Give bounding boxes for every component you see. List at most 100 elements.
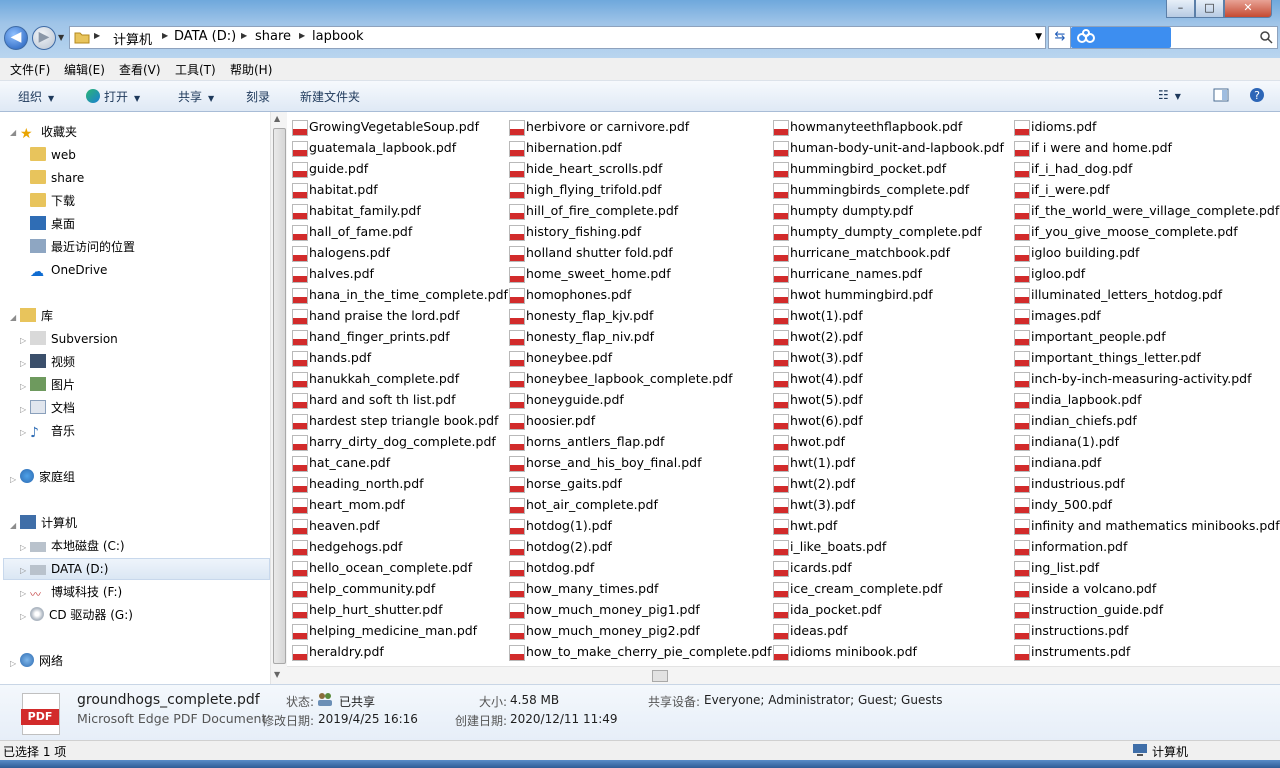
nav-homegroup[interactable]: 家庭组 (20, 468, 75, 486)
search-icon[interactable] (1259, 30, 1273, 47)
nav-scroll-thumb[interactable] (273, 128, 286, 664)
help-icon[interactable]: ? (1249, 87, 1265, 106)
share-button[interactable]: 共享 ▼ (178, 88, 214, 105)
menu-help[interactable]: 帮助(H) (230, 61, 272, 78)
nav-lib-documents[interactable]: 文档 (30, 399, 75, 417)
star-icon: ★ (20, 126, 33, 142)
nav-fav-web[interactable]: web (30, 146, 76, 164)
file-name: honesty_flap_niv.pdf (526, 329, 655, 344)
scroll-down-icon[interactable]: ▼ (274, 670, 280, 679)
pdf-icon (509, 309, 525, 325)
nav-fav-recent[interactable]: 最近访问的位置 (30, 238, 135, 256)
close-button[interactable]: ✕ (1224, 0, 1272, 18)
expand-icon[interactable]: ▷ (10, 475, 16, 484)
expand-icon[interactable]: ▷ (20, 566, 26, 575)
recent-pages-dropdown[interactable]: ▼ (58, 33, 64, 42)
expand-icon[interactable]: ▷ (10, 659, 16, 668)
open-button[interactable]: 打开 ▼ (86, 88, 140, 105)
file-name: honeybee_lapbook_complete.pdf (526, 371, 733, 386)
pdf-icon (1014, 477, 1030, 493)
back-button[interactable]: ◀ (4, 26, 28, 50)
breadcrumb-data-drive[interactable]: DATA (D:) (174, 29, 236, 44)
pdf-icon (292, 309, 308, 325)
file-name: hat_cane.pdf (309, 455, 391, 470)
expand-icon[interactable]: ▷ (20, 336, 26, 345)
pdf-icon (292, 393, 308, 409)
breadcrumb-separator[interactable]: ▶ (241, 31, 247, 40)
new-folder-button[interactable]: 新建文件夹 (300, 88, 360, 105)
file-name: humpty dumpty.pdf (790, 203, 913, 218)
breadcrumb-separator[interactable]: ▶ (299, 31, 305, 40)
nav-drive-g[interactable]: CD 驱动器 (G:) (30, 606, 133, 624)
file-name: hwot hummingbird.pdf (790, 287, 933, 302)
breadcrumb-separator[interactable]: ▶ (162, 31, 168, 40)
menu-view[interactable]: 查看(V) (119, 61, 161, 78)
address-dropdown-icon[interactable]: ▼ (1035, 32, 1042, 42)
nav-lib-pictures[interactable]: 图片 (30, 376, 75, 394)
nav-libraries[interactable]: 库 (20, 307, 53, 325)
expand-icon[interactable]: ▷ (20, 382, 26, 391)
expand-icon[interactable]: ▷ (20, 359, 26, 368)
expand-icon[interactable]: ▷ (20, 543, 26, 552)
file-name: hwot(1).pdf (790, 308, 863, 323)
forward-button[interactable]: ▶ (32, 26, 56, 50)
expand-icon[interactable]: ▷ (20, 589, 26, 598)
share-label: 共享 (178, 90, 203, 104)
file-name: hwt.pdf (790, 518, 838, 533)
breadcrumb-lapbook[interactable]: lapbook (312, 29, 364, 44)
nav-drive-d[interactable]: DATA (D:) (30, 560, 108, 578)
nav-drive-c[interactable]: 本地磁盘 (C:) (30, 537, 125, 555)
breadcrumb-share[interactable]: share (255, 29, 291, 44)
nav-onedrive[interactable]: ☁ OneDrive (30, 261, 107, 280)
maximize-button[interactable]: □ (1195, 0, 1224, 18)
scroll-up-icon[interactable]: ▲ (274, 114, 280, 123)
nav-fav-share[interactable]: share (30, 169, 84, 187)
horizontal-scroll-thumb[interactable] (652, 670, 668, 682)
nav-drive-f[interactable]: 〰博域科技 (F:) (30, 583, 122, 601)
pdf-icon (773, 540, 789, 556)
menu-file[interactable]: 文件(F) (10, 61, 50, 78)
nav-fav-downloads[interactable]: 下载 (30, 192, 75, 210)
collapse-icon[interactable]: ◢ (10, 521, 16, 530)
nav-lib-videos[interactable]: 视频 (30, 353, 75, 371)
collapse-icon[interactable]: ◢ (10, 313, 16, 322)
organize-button[interactable]: 组织 ▼ (18, 88, 54, 105)
nav-scrollbar[interactable]: ▲ ▼ (270, 112, 287, 684)
address-bar[interactable]: ▶ 计算机 ▶ DATA (D:) ▶ share ▶ lapbook ▼ (69, 26, 1046, 49)
burn-button[interactable]: 刻录 (246, 88, 270, 105)
file-name: hanukkah_complete.pdf (309, 371, 460, 386)
breadcrumb-computer[interactable]: 计算机 (113, 29, 152, 48)
expand-icon[interactable]: ▷ (20, 405, 26, 414)
collapse-icon[interactable]: ◢ (10, 128, 16, 137)
horizontal-scrollbar[interactable] (287, 666, 1280, 684)
pdf-icon (1014, 414, 1030, 430)
menu-edit[interactable]: 编辑(E) (64, 61, 105, 78)
expand-icon[interactable]: ▷ (20, 612, 26, 621)
nav-lib-music[interactable]: ♪ 音乐 (30, 422, 75, 441)
pdf-file-icon: PDF (21, 693, 60, 735)
nav-network[interactable]: 网络 (20, 652, 63, 670)
minimize-button[interactable]: – (1166, 0, 1195, 18)
nav-computer[interactable]: 计算机 (20, 514, 77, 532)
file-name: inch-by-inch-measuring-activity.pdf (1031, 371, 1252, 386)
expand-icon[interactable]: ▷ (20, 428, 26, 437)
nav-fav-desktop[interactable]: 桌面 (30, 215, 75, 233)
file-name: information.pdf (1031, 539, 1128, 554)
pdf-icon (292, 351, 308, 367)
file-name: honeybee.pdf (526, 350, 613, 365)
file-name: hotdog(2).pdf (526, 539, 612, 554)
nav-label: share (51, 171, 85, 185)
menu-tools[interactable]: 工具(T) (175, 61, 216, 78)
breadcrumb-separator[interactable]: ▶ (94, 31, 100, 40)
view-options-icon[interactable]: ☷ ▼ (1158, 88, 1181, 102)
nav-lib-subversion[interactable]: Subversion (30, 330, 118, 348)
refresh-icon[interactable]: ⇆ (1048, 26, 1072, 49)
nav-label: 桌面 (51, 217, 76, 231)
nav-favorites[interactable]: ★ 收藏夹 (20, 123, 77, 142)
pdf-icon (509, 414, 525, 430)
search-input[interactable] (1070, 26, 1278, 49)
file-name: help_hurt_shutter.pdf (309, 602, 443, 617)
pdf-icon (773, 561, 789, 577)
file-name: herbivore or carnivore.pdf (526, 119, 690, 134)
preview-pane-icon[interactable] (1213, 87, 1229, 106)
